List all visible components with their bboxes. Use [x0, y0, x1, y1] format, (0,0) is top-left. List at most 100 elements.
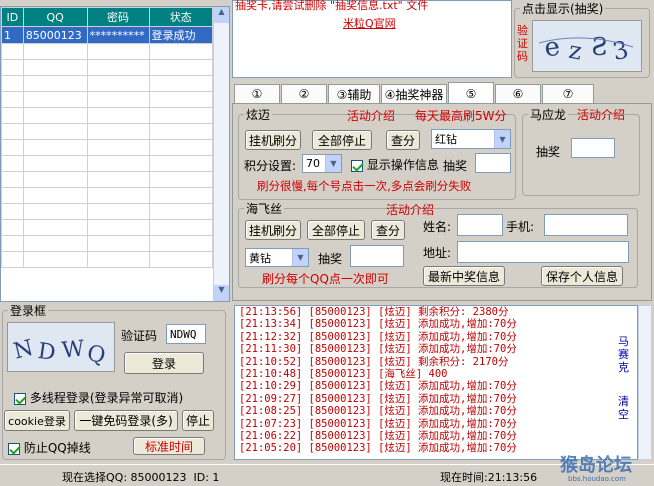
log-scrollbar[interactable] [638, 305, 652, 460]
cookie-login-button[interactable]: cookie登录 [4, 410, 70, 431]
col-status[interactable]: 状态 [148, 7, 214, 27]
svg-text:W: W [61, 337, 86, 364]
col-id[interactable]: ID [1, 7, 24, 27]
multithread-label: 多线程登录(登录异常可取消) [29, 391, 184, 405]
list-item: [21:13:34] [85000123] [炫迈] 添加成功,增加:70分 [239, 318, 517, 331]
cell-qq[interactable]: 85000123 [22, 26, 88, 44]
login-captcha-label: 验证码 [121, 329, 158, 343]
message-text: 抽奖卡,请尝试删除 "抽奖信息.txt" 文件 [235, 0, 429, 12]
xuanmai-query-button[interactable]: 查分 [386, 130, 420, 150]
xuanmai-draw-input[interactable] [475, 153, 511, 173]
prevent-drop-label: 防止QQ掉线 [23, 441, 91, 455]
name-input[interactable] [457, 214, 503, 236]
haifeisi-note: 刷分每个QQ点一次即可 [262, 272, 389, 286]
haifeisi-label: 海飞丝 [244, 200, 285, 217]
chevron-down-icon[interactable]: ▼ [292, 249, 308, 266]
latest-winners-button[interactable]: 最新中奖信息 [423, 266, 505, 286]
xuanmai-stop-button[interactable]: 全部停止 [312, 130, 372, 150]
xuanmai-activity-link[interactable]: 活动介绍 [347, 107, 395, 124]
captcha-glyphs-icon: e z Ƨ 3 [538, 32, 634, 66]
account-table-panel: ID QQ 密码 状态 1 85000123 ********** 登录成功 ▲… [0, 6, 230, 302]
xuanmai-hang-button[interactable]: 挂机刷分 [245, 130, 301, 150]
stop-button[interactable]: 停止 [182, 410, 214, 431]
tab-3-assist[interactable]: ③辅助 [328, 84, 380, 103]
cell-password[interactable]: ********** [86, 26, 150, 44]
svg-text:3: 3 [610, 35, 631, 66]
list-item: [21:12:32] [85000123] [炫迈] 添加成功,增加:70分 [239, 330, 517, 343]
list-item: [21:06:22] [85000123] [炫迈] 添加成功,增加:70分 [239, 429, 517, 442]
address-input[interactable] [457, 241, 629, 263]
watermark-url: bbs.houdao.com [568, 475, 626, 483]
save-info-button[interactable]: 保存个人信息 [541, 266, 623, 286]
multithread-option[interactable]: 多线程登录(登录异常可取消) [14, 389, 183, 406]
haifeisi-draw-input[interactable] [350, 245, 404, 267]
show-info-checkbox[interactable] [351, 159, 363, 172]
log-list[interactable]: [21:13:56] [85000123] [炫迈] 剩余积分: 2380分 [… [234, 305, 638, 460]
address-label: 地址: [423, 246, 452, 260]
tab-1[interactable]: ① [234, 84, 280, 103]
one-click-login-button[interactable]: 一键免码登录(多) [74, 410, 178, 431]
prevent-drop-checkbox[interactable] [8, 442, 20, 455]
svg-text:Ƨ: Ƨ [591, 33, 607, 61]
tab-5[interactable]: ⑤ [448, 82, 494, 104]
list-item: [21:09:27] [85000123] [炫迈] 添加成功,增加:70分 [239, 392, 517, 405]
standard-time-button[interactable]: 标准时间 [133, 437, 205, 455]
table-header-row: ID QQ 密码 状态 [1, 7, 214, 27]
mosaic-link[interactable]: 马赛克 [618, 335, 632, 374]
haifeisi-activity-link[interactable]: 活动介绍 [386, 201, 434, 218]
captcha-image[interactable]: e z Ƨ 3 [532, 20, 642, 72]
watermark-logo: 猴岛论坛 [560, 455, 632, 476]
cell-id[interactable]: 1 [1, 26, 24, 44]
scroll-up-arrow[interactable]: ▲ [214, 7, 229, 23]
xuanmai-diamond-select[interactable]: 红钻 ▼ [431, 129, 511, 149]
mayinglong-label: 马应龙 [528, 106, 569, 123]
clear-log-link[interactable]: 清空 [618, 395, 632, 421]
xuanmai-select-value: 红钻 [435, 133, 457, 146]
haifeisi-diamond-select[interactable]: 黄钻 ▼ [245, 248, 309, 267]
prevent-drop-option[interactable]: 防止QQ掉线 [8, 439, 91, 456]
chevron-down-icon[interactable]: ▼ [325, 155, 341, 172]
table-scrollbar[interactable]: ▲ ▼ [213, 7, 229, 301]
official-site-link[interactable]: 米粒Q官网 [343, 15, 396, 31]
haifeisi-query-button[interactable]: 查分 [371, 220, 405, 240]
svg-text:e: e [542, 32, 561, 64]
phone-input[interactable] [544, 214, 628, 236]
xuanmai-draw-label: 抽奖 [443, 159, 468, 173]
chevron-down-icon[interactable]: ▼ [494, 130, 510, 148]
mayinglong-activity-link[interactable]: 活动介绍 [577, 106, 625, 123]
login-button[interactable]: 登录 [124, 352, 204, 374]
status-bar: 现在选择QQ: 85000123 ID: 1 现在时间:21:13:56 猴岛论… [0, 455, 654, 486]
multithread-checkbox[interactable] [14, 392, 26, 405]
col-password[interactable]: 密码 [86, 7, 150, 27]
tab-4-lottery[interactable]: ④抽奖神器 [381, 84, 447, 103]
svg-text:D: D [36, 339, 57, 366]
login-captcha-input[interactable]: NDWQ [166, 324, 206, 344]
xuanmai-max-note: 每天最高刷5W分 [415, 109, 507, 123]
xuanmai-note: 刷分很慢,每个号点击一次,多点会刷分失败 [257, 179, 472, 193]
message-box: 抽奖卡,请尝试删除 "抽奖信息.txt" 文件 米粒Q官网 [232, 0, 512, 78]
phone-label: 手机: [506, 220, 535, 234]
cell-status[interactable]: 登录成功 [148, 26, 214, 44]
captcha-side-label: 验证码 [517, 24, 528, 63]
col-qq[interactable]: QQ [22, 7, 88, 27]
list-item: [21:11:30] [85000123] [炫迈] 添加成功,增加:70分 [239, 343, 517, 356]
status-selected: 现在选择QQ: 85000123 ID: 1 [62, 471, 220, 484]
table-row[interactable]: 1 85000123 ********** 登录成功 [1, 26, 214, 44]
haifeisi-hang-button[interactable]: 挂机刷分 [245, 220, 301, 240]
mayinglong-draw-label: 抽奖 [536, 145, 561, 159]
account-table: ID QQ 密码 状态 1 85000123 ********** 登录成功 [1, 7, 214, 268]
tab-2[interactable]: ② [281, 84, 327, 103]
scroll-down-arrow[interactable]: ▼ [214, 285, 229, 301]
mayinglong-draw-input[interactable] [571, 138, 615, 158]
login-captcha-image[interactable]: N D W Q [7, 322, 115, 372]
haifeisi-stop-button[interactable]: 全部停止 [307, 220, 365, 240]
tab-6[interactable]: ⑥ [495, 84, 541, 103]
svg-text:Q: Q [85, 341, 108, 369]
list-item: [21:10:29] [85000123] [炫迈] 添加成功,增加:70分 [239, 380, 517, 393]
xuanmai-score-select[interactable]: 70 ▼ [302, 154, 342, 173]
xuanmai-score-label: 积分设置: [244, 159, 297, 173]
login-group-label: 登录框 [8, 302, 49, 319]
svg-text:N: N [11, 336, 36, 365]
show-info-option[interactable]: 显示操作信息 [351, 156, 439, 173]
tab-7[interactable]: ⑦ [542, 84, 594, 103]
